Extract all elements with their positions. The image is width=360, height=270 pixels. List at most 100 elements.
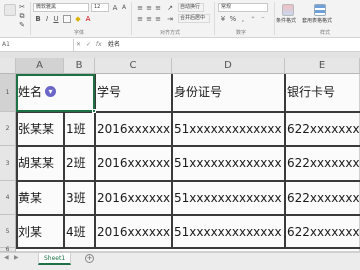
cell-b5[interactable]: 4班 xyxy=(64,215,95,248)
conditional-format-label: 条件格式 xyxy=(276,18,297,24)
increase-font-icon[interactable]: A xyxy=(111,4,119,12)
font-color-icon[interactable]: A xyxy=(84,15,92,23)
table-format-label: 套用表格格式 xyxy=(302,18,333,24)
cell-a2[interactable]: 张某某 xyxy=(16,112,64,146)
cell-d3[interactable]: 51xxxxxxxxxxxxx xyxy=(172,146,285,181)
cell-a3[interactable]: 胡某某 xyxy=(16,146,64,181)
row-header-5[interactable]: 5 xyxy=(0,215,16,248)
align-bottom-icon[interactable]: ≡ xyxy=(154,4,162,12)
row-header-3[interactable]: 3 xyxy=(0,146,16,181)
decrease-decimal-icon[interactable]: ⁻ xyxy=(259,15,267,23)
next-sheet-icon[interactable]: ▶ xyxy=(14,254,19,261)
prev-sheet-icon[interactable]: ◀ xyxy=(4,254,9,261)
number-group-label: 数字 xyxy=(236,30,247,36)
add-sheet-button[interactable]: + xyxy=(85,254,94,263)
font-group-label: 字体 xyxy=(74,30,85,36)
ribbon-divider xyxy=(274,2,275,35)
font-size-dropdown[interactable]: 12 xyxy=(91,3,109,12)
ribbon-divider xyxy=(30,2,31,35)
cell-a4[interactable]: 黄某 xyxy=(16,181,64,215)
conditional-format-icon[interactable] xyxy=(282,4,294,16)
underline-icon[interactable]: U xyxy=(52,15,60,23)
fill-handle[interactable] xyxy=(92,109,96,113)
cancel-icon[interactable]: ✕ xyxy=(76,41,81,48)
row-header-2[interactable]: 2 xyxy=(0,112,16,146)
cell-d4[interactable]: 51xxxxxxxxxxxxx xyxy=(172,181,285,215)
cell-b3[interactable]: 2班 xyxy=(64,146,95,181)
table-border-line xyxy=(16,214,360,216)
cell-d1[interactable]: 身份证号 xyxy=(172,74,285,112)
cell-c3[interactable]: 2016xxxxxx xyxy=(95,146,172,181)
align-middle-icon[interactable]: ≡ xyxy=(145,4,153,12)
formula-input[interactable]: 姓名 xyxy=(108,39,120,51)
column-header-a[interactable]: A xyxy=(16,58,64,74)
column-header-e[interactable]: E xyxy=(285,58,360,74)
row-header-4[interactable]: 4 xyxy=(0,181,16,215)
table-border-line xyxy=(16,247,360,249)
chevron-down-circle-icon[interactable]: ▾ xyxy=(45,86,57,97)
cell-a1[interactable]: 姓名 ▾ xyxy=(16,74,95,112)
table-border-line xyxy=(284,74,286,248)
table-border-line xyxy=(16,180,360,182)
column-header-b[interactable]: B xyxy=(64,58,95,74)
percent-icon[interactable]: % xyxy=(229,15,237,23)
table-border-line xyxy=(171,74,173,248)
table-format-icon[interactable] xyxy=(314,4,326,16)
paste-icon[interactable] xyxy=(4,4,16,16)
cell-d5[interactable]: 51xxxxxxxxxxxxx xyxy=(172,215,285,248)
orientation-icon[interactable]: ↗ xyxy=(166,4,174,12)
cell-c4[interactable]: 2016xxxxxx xyxy=(95,181,172,215)
currency-icon[interactable]: ¥ xyxy=(219,15,227,23)
bold-icon[interactable]: B xyxy=(34,15,42,23)
increase-decimal-icon[interactable]: ⁺ xyxy=(249,15,257,23)
sheet-tab-sheet1[interactable]: Sheet1 xyxy=(38,253,72,265)
align-center-icon[interactable]: ≡ xyxy=(145,15,153,23)
align-left-icon[interactable]: ≡ xyxy=(136,15,144,23)
format-painter-icon[interactable]: ✎ xyxy=(18,21,26,29)
cell-c5[interactable]: 2016xxxxxx xyxy=(95,215,172,248)
merge-center-label: 合并后居中 xyxy=(180,15,206,21)
table-border-line xyxy=(63,112,65,248)
alignment-group-label: 对齐方式 xyxy=(160,30,181,36)
cell-c1[interactable]: 学号 xyxy=(95,74,172,112)
comma-icon[interactable]: , xyxy=(239,15,247,23)
align-top-icon[interactable]: ≡ xyxy=(136,4,144,12)
cut-icon[interactable]: ✂ xyxy=(18,3,26,11)
select-all-button[interactable] xyxy=(0,58,16,74)
decrease-font-icon[interactable]: A xyxy=(120,4,128,12)
align-right-icon[interactable]: ≡ xyxy=(154,15,162,23)
enter-icon[interactable]: ✓ xyxy=(86,41,91,48)
cell-c2[interactable]: 2016xxxxxx xyxy=(95,112,172,146)
cell-e2[interactable]: 622xxxxxxxxxxx xyxy=(285,112,360,146)
styles-group-label: 样式 xyxy=(320,30,331,36)
sheet-tab-bar: ◀ ▶ Sheet1 + xyxy=(0,252,360,270)
row-header-1[interactable]: 1 xyxy=(0,74,16,112)
wrap-text-button[interactable]: 自动换行 xyxy=(178,3,204,12)
italic-icon[interactable]: I xyxy=(43,15,51,23)
number-format-value: 常规 xyxy=(221,4,232,10)
fill-color-icon[interactable]: ◆ xyxy=(74,15,82,23)
column-header-c[interactable]: C xyxy=(95,58,172,74)
number-format-dropdown[interactable]: 常规 xyxy=(218,3,268,12)
fx-button[interactable]: ✕ ✓ fx xyxy=(76,39,106,51)
cell-e1[interactable]: 银行卡号 xyxy=(285,74,360,112)
font-name-dropdown[interactable]: 微软雅黑 xyxy=(33,3,89,12)
cell-e4[interactable]: 622xxxxxxxxxxx xyxy=(285,181,360,215)
copy-icon[interactable]: ⧉ xyxy=(18,12,26,20)
ribbon-divider xyxy=(131,2,132,35)
cell-d2[interactable]: 51xxxxxxxxxxxxx xyxy=(172,112,285,146)
name-box[interactable]: A1 xyxy=(0,39,74,51)
cell-e3[interactable]: 622xxxxxxxxxxx xyxy=(285,146,360,181)
font-size-value: 12 xyxy=(94,4,101,10)
cell-b4[interactable]: 3班 xyxy=(64,181,95,215)
formula-bar: A1 ✕ ✓ fx 姓名 xyxy=(0,38,360,52)
merge-center-button[interactable]: 合并后居中 xyxy=(178,14,210,23)
cell-b2[interactable]: 1班 xyxy=(64,112,95,146)
border-icon[interactable] xyxy=(63,15,71,23)
cell-e5[interactable]: 622xxxxxxxxxxx xyxy=(285,215,360,248)
cell-a5[interactable]: 刘某 xyxy=(16,215,64,248)
column-header-d[interactable]: D xyxy=(172,58,285,74)
indent-icon[interactable]: ⇥ xyxy=(166,15,174,23)
ribbon: ✂ ⧉ ✎ 微软雅黑 12 A A B I U ◆ A 字体 ≡ ≡ ≡ ↗ 自… xyxy=(0,0,360,38)
table-border-line xyxy=(16,74,18,248)
